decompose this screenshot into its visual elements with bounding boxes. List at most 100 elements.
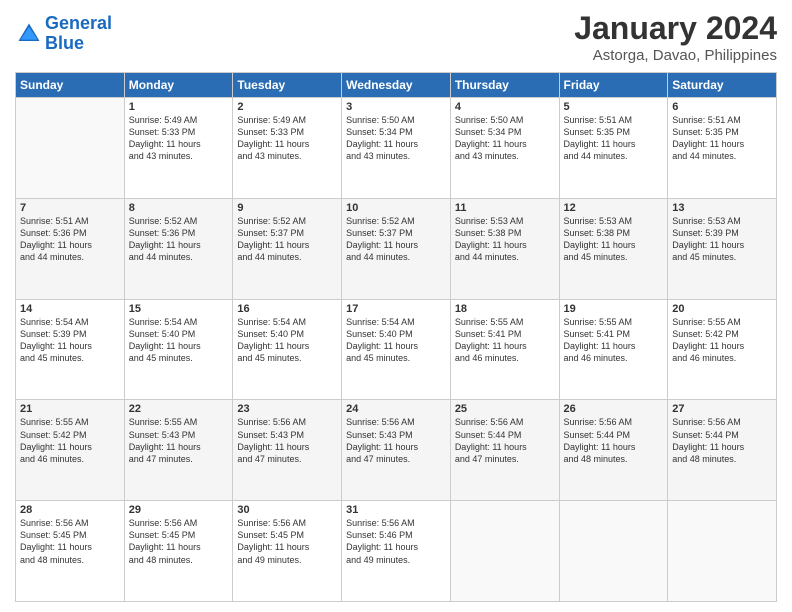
day-number: 5 — [564, 101, 664, 113]
calendar-header-friday: Friday — [559, 73, 668, 98]
calendar-cell: 6Sunrise: 5:51 AM Sunset: 5:35 PM Daylig… — [668, 98, 777, 199]
calendar-week-4: 21Sunrise: 5:55 AM Sunset: 5:42 PM Dayli… — [16, 400, 777, 501]
calendar-week-2: 7Sunrise: 5:51 AM Sunset: 5:36 PM Daylig… — [16, 198, 777, 299]
day-detail: Sunrise: 5:55 AM Sunset: 5:41 PM Dayligh… — [455, 316, 555, 365]
calendar-cell: 25Sunrise: 5:56 AM Sunset: 5:44 PM Dayli… — [450, 400, 559, 501]
day-detail: Sunrise: 5:52 AM Sunset: 5:37 PM Dayligh… — [237, 215, 337, 264]
calendar-header-thursday: Thursday — [450, 73, 559, 98]
calendar-cell: 29Sunrise: 5:56 AM Sunset: 5:45 PM Dayli… — [124, 501, 233, 602]
day-detail: Sunrise: 5:56 AM Sunset: 5:44 PM Dayligh… — [672, 416, 772, 465]
day-detail: Sunrise: 5:55 AM Sunset: 5:43 PM Dayligh… — [129, 416, 229, 465]
day-number: 11 — [455, 202, 555, 214]
calendar-cell: 8Sunrise: 5:52 AM Sunset: 5:36 PM Daylig… — [124, 198, 233, 299]
calendar-cell: 30Sunrise: 5:56 AM Sunset: 5:45 PM Dayli… — [233, 501, 342, 602]
calendar-cell: 4Sunrise: 5:50 AM Sunset: 5:34 PM Daylig… — [450, 98, 559, 199]
calendar-cell: 18Sunrise: 5:55 AM Sunset: 5:41 PM Dayli… — [450, 299, 559, 400]
day-number: 20 — [672, 303, 772, 315]
day-number: 31 — [346, 504, 446, 516]
day-number: 2 — [237, 101, 337, 113]
logo-text: General Blue — [45, 14, 112, 54]
day-number: 26 — [564, 403, 664, 415]
calendar-week-3: 14Sunrise: 5:54 AM Sunset: 5:39 PM Dayli… — [16, 299, 777, 400]
calendar-header-monday: Monday — [124, 73, 233, 98]
calendar-table: SundayMondayTuesdayWednesdayThursdayFrid… — [15, 72, 777, 602]
day-detail: Sunrise: 5:54 AM Sunset: 5:40 PM Dayligh… — [346, 316, 446, 365]
calendar-cell: 2Sunrise: 5:49 AM Sunset: 5:33 PM Daylig… — [233, 98, 342, 199]
day-number: 15 — [129, 303, 229, 315]
day-detail: Sunrise: 5:54 AM Sunset: 5:39 PM Dayligh… — [20, 316, 120, 365]
calendar-header-tuesday: Tuesday — [233, 73, 342, 98]
calendar-cell: 12Sunrise: 5:53 AM Sunset: 5:38 PM Dayli… — [559, 198, 668, 299]
calendar-header-row: SundayMondayTuesdayWednesdayThursdayFrid… — [16, 73, 777, 98]
day-number: 18 — [455, 303, 555, 315]
calendar-header-wednesday: Wednesday — [342, 73, 451, 98]
day-number: 24 — [346, 403, 446, 415]
calendar-cell: 20Sunrise: 5:55 AM Sunset: 5:42 PM Dayli… — [668, 299, 777, 400]
day-number: 25 — [455, 403, 555, 415]
day-number: 12 — [564, 202, 664, 214]
day-detail: Sunrise: 5:51 AM Sunset: 5:35 PM Dayligh… — [564, 114, 664, 163]
day-detail: Sunrise: 5:56 AM Sunset: 5:45 PM Dayligh… — [237, 517, 337, 566]
day-number: 8 — [129, 202, 229, 214]
day-number: 9 — [237, 202, 337, 214]
logo-line2: Blue — [45, 33, 84, 53]
day-number: 13 — [672, 202, 772, 214]
calendar-cell: 5Sunrise: 5:51 AM Sunset: 5:35 PM Daylig… — [559, 98, 668, 199]
day-detail: Sunrise: 5:49 AM Sunset: 5:33 PM Dayligh… — [129, 114, 229, 163]
day-number: 23 — [237, 403, 337, 415]
calendar-cell: 3Sunrise: 5:50 AM Sunset: 5:34 PM Daylig… — [342, 98, 451, 199]
day-detail: Sunrise: 5:50 AM Sunset: 5:34 PM Dayligh… — [455, 114, 555, 163]
day-number: 22 — [129, 403, 229, 415]
day-detail: Sunrise: 5:56 AM Sunset: 5:46 PM Dayligh… — [346, 517, 446, 566]
day-detail: Sunrise: 5:53 AM Sunset: 5:38 PM Dayligh… — [564, 215, 664, 264]
calendar-cell: 14Sunrise: 5:54 AM Sunset: 5:39 PM Dayli… — [16, 299, 125, 400]
calendar-cell: 19Sunrise: 5:55 AM Sunset: 5:41 PM Dayli… — [559, 299, 668, 400]
logo: General Blue — [15, 14, 112, 54]
day-number: 29 — [129, 504, 229, 516]
day-detail: Sunrise: 5:49 AM Sunset: 5:33 PM Dayligh… — [237, 114, 337, 163]
day-number: 1 — [129, 101, 229, 113]
page: General Blue January 2024 Astorga, Davao… — [0, 0, 792, 612]
day-detail: Sunrise: 5:55 AM Sunset: 5:41 PM Dayligh… — [564, 316, 664, 365]
day-number: 27 — [672, 403, 772, 415]
day-detail: Sunrise: 5:53 AM Sunset: 5:39 PM Dayligh… — [672, 215, 772, 264]
logo-line1: General — [45, 13, 112, 33]
subtitle: Astorga, Davao, Philippines — [574, 47, 777, 64]
calendar-cell: 1Sunrise: 5:49 AM Sunset: 5:33 PM Daylig… — [124, 98, 233, 199]
calendar-cell: 16Sunrise: 5:54 AM Sunset: 5:40 PM Dayli… — [233, 299, 342, 400]
day-number: 4 — [455, 101, 555, 113]
day-detail: Sunrise: 5:56 AM Sunset: 5:45 PM Dayligh… — [20, 517, 120, 566]
calendar-cell: 31Sunrise: 5:56 AM Sunset: 5:46 PM Dayli… — [342, 501, 451, 602]
calendar-cell: 28Sunrise: 5:56 AM Sunset: 5:45 PM Dayli… — [16, 501, 125, 602]
logo-icon — [15, 20, 43, 48]
day-detail: Sunrise: 5:52 AM Sunset: 5:36 PM Dayligh… — [129, 215, 229, 264]
day-number: 21 — [20, 403, 120, 415]
day-number: 16 — [237, 303, 337, 315]
calendar-cell: 9Sunrise: 5:52 AM Sunset: 5:37 PM Daylig… — [233, 198, 342, 299]
day-detail: Sunrise: 5:51 AM Sunset: 5:36 PM Dayligh… — [20, 215, 120, 264]
day-number: 28 — [20, 504, 120, 516]
day-detail: Sunrise: 5:51 AM Sunset: 5:35 PM Dayligh… — [672, 114, 772, 163]
calendar-cell: 15Sunrise: 5:54 AM Sunset: 5:40 PM Dayli… — [124, 299, 233, 400]
calendar-cell: 17Sunrise: 5:54 AM Sunset: 5:40 PM Dayli… — [342, 299, 451, 400]
day-detail: Sunrise: 5:54 AM Sunset: 5:40 PM Dayligh… — [237, 316, 337, 365]
day-number: 30 — [237, 504, 337, 516]
title-block: January 2024 Astorga, Davao, Philippines — [574, 10, 777, 64]
calendar-header-sunday: Sunday — [16, 73, 125, 98]
header: General Blue January 2024 Astorga, Davao… — [15, 10, 777, 64]
calendar-cell: 27Sunrise: 5:56 AM Sunset: 5:44 PM Dayli… — [668, 400, 777, 501]
day-detail: Sunrise: 5:50 AM Sunset: 5:34 PM Dayligh… — [346, 114, 446, 163]
calendar-cell: 10Sunrise: 5:52 AM Sunset: 5:37 PM Dayli… — [342, 198, 451, 299]
day-detail: Sunrise: 5:52 AM Sunset: 5:37 PM Dayligh… — [346, 215, 446, 264]
day-number: 10 — [346, 202, 446, 214]
day-number: 3 — [346, 101, 446, 113]
day-number: 6 — [672, 101, 772, 113]
day-detail: Sunrise: 5:56 AM Sunset: 5:43 PM Dayligh… — [346, 416, 446, 465]
day-detail: Sunrise: 5:56 AM Sunset: 5:43 PM Dayligh… — [237, 416, 337, 465]
day-detail: Sunrise: 5:54 AM Sunset: 5:40 PM Dayligh… — [129, 316, 229, 365]
calendar-week-1: 1Sunrise: 5:49 AM Sunset: 5:33 PM Daylig… — [16, 98, 777, 199]
calendar-cell: 23Sunrise: 5:56 AM Sunset: 5:43 PM Dayli… — [233, 400, 342, 501]
calendar-cell: 11Sunrise: 5:53 AM Sunset: 5:38 PM Dayli… — [450, 198, 559, 299]
calendar-cell — [668, 501, 777, 602]
day-number: 14 — [20, 303, 120, 315]
